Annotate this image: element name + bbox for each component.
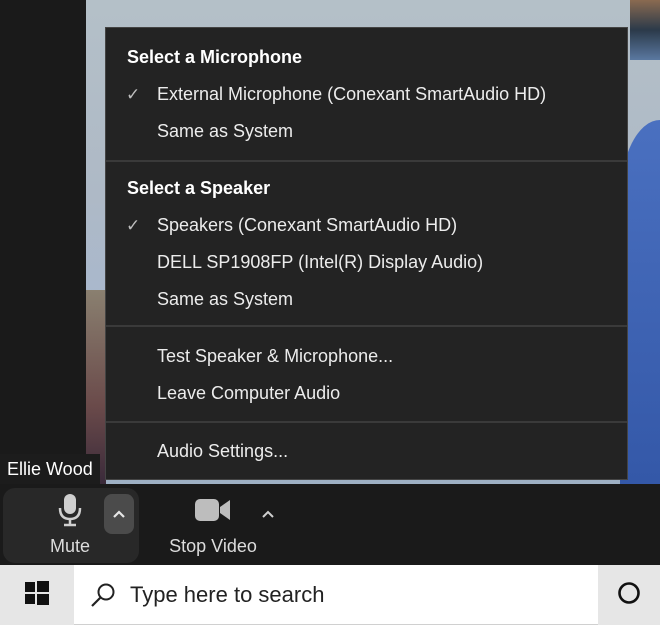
- menu-item-label: DELL SP1908FP (Intel(R) Display Audio): [157, 252, 484, 272]
- cortana-circle-icon: [617, 581, 641, 610]
- microphone-icon: [57, 493, 83, 532]
- windows-taskbar: Type here to search: [0, 565, 660, 625]
- microphone-section: Select a Microphone ✓ External Microphon…: [106, 28, 627, 160]
- search-placeholder: Type here to search: [130, 581, 325, 607]
- taskbar-search-box[interactable]: Type here to search: [74, 565, 598, 625]
- checkmark-icon: ✓: [126, 216, 141, 235]
- menu-item-external-microphone[interactable]: ✓ External Microphone (Conexant SmartAud…: [106, 76, 627, 113]
- microphone-section-header: Select a Microphone: [127, 47, 303, 67]
- audio-settings-section: Audio Settings...: [106, 423, 627, 470]
- checkmark-icon: ✓: [126, 85, 141, 104]
- menu-item-test-speaker-microphone[interactable]: Test Speaker & Microphone...: [106, 338, 627, 375]
- windows-logo-icon: [25, 580, 49, 610]
- audio-actions-section: Test Speaker & Microphone... Leave Compu…: [106, 327, 627, 421]
- menu-item-leave-computer-audio[interactable]: Leave Computer Audio: [106, 375, 627, 412]
- mute-label: Mute: [49, 536, 91, 556]
- video-background-object: [630, 0, 660, 60]
- meeting-toolbar: Mute Stop Video: [0, 484, 660, 565]
- mute-button[interactable]: Mute: [30, 493, 110, 557]
- speaker-section: Select a Speaker ✓ Speakers (Conexant Sm…: [106, 162, 627, 325]
- speaker-section-header: Select a Speaker: [127, 178, 271, 198]
- stop-video-button[interactable]: Stop Video: [160, 493, 266, 557]
- menu-item-dell-display-audio[interactable]: DELL SP1908FP (Intel(R) Display Audio): [106, 244, 627, 281]
- menu-item-speaker-same-as-system[interactable]: Same as System: [106, 281, 627, 318]
- menu-item-conexant-speakers[interactable]: ✓ Speakers (Conexant SmartAudio HD): [106, 207, 627, 244]
- menu-item-label: Speakers (Conexant SmartAudio HD): [157, 215, 458, 235]
- search-icon: [90, 582, 116, 608]
- chevron-up-icon: [262, 510, 274, 518]
- menu-item-label: Leave Computer Audio: [157, 383, 341, 403]
- menu-item-label: Same as System: [157, 121, 294, 141]
- menu-item-label: Audio Settings...: [157, 441, 289, 461]
- menu-item-label: Same as System: [157, 289, 294, 309]
- video-camera-icon: [193, 493, 233, 532]
- menu-item-mic-same-as-system[interactable]: Same as System: [106, 113, 627, 150]
- menu-item-audio-settings[interactable]: Audio Settings...: [106, 433, 627, 470]
- chevron-up-icon: [113, 510, 125, 518]
- menu-item-label: Test Speaker & Microphone...: [157, 346, 394, 366]
- video-options-caret-button[interactable]: [253, 494, 283, 534]
- stop-video-label: Stop Video: [169, 536, 257, 556]
- menu-item-label: External Microphone (Conexant SmartAudio…: [157, 84, 547, 104]
- audio-options-menu: Select a Microphone ✓ External Microphon…: [105, 27, 628, 480]
- start-button[interactable]: [0, 565, 74, 625]
- cortana-button[interactable]: [598, 565, 660, 625]
- participant-name-tag: Ellie Wood: [0, 454, 100, 484]
- audio-options-caret-button[interactable]: [104, 494, 134, 534]
